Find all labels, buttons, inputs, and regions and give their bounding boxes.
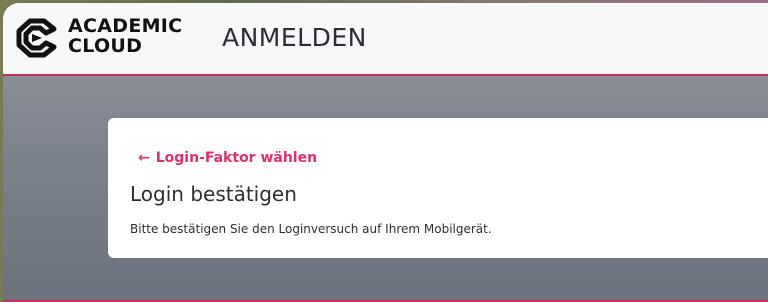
logo-wordmark: ACADEMIC CLOUD: [68, 16, 182, 56]
back-link-label: Login-Faktor wählen: [155, 150, 318, 166]
browser-window: ACADEMIC CLOUD ANMELDEN ← Login-Faktor w…: [3, 3, 768, 302]
page-title: ANMELDEN: [222, 23, 367, 52]
login-card: ← Login-Faktor wählen Login bestätigen B…: [108, 118, 768, 258]
back-to-login-factor-link[interactable]: ← Login-Faktor wählen: [138, 150, 317, 166]
confirmation-message: Bitte bestätigen Sie den Loginversuch au…: [130, 222, 492, 236]
academic-cloud-logo[interactable]: ACADEMIC CLOUD: [16, 15, 186, 63]
site-header: ACADEMIC CLOUD ANMELDEN: [3, 3, 768, 76]
academic-cloud-icon: [16, 18, 57, 58]
card-title: Login bestätigen: [130, 182, 297, 206]
arrow-left-icon: ←: [138, 150, 150, 166]
logo-line-1: ACADEMIC: [68, 15, 183, 37]
logo-line-2: CLOUD: [68, 35, 143, 57]
